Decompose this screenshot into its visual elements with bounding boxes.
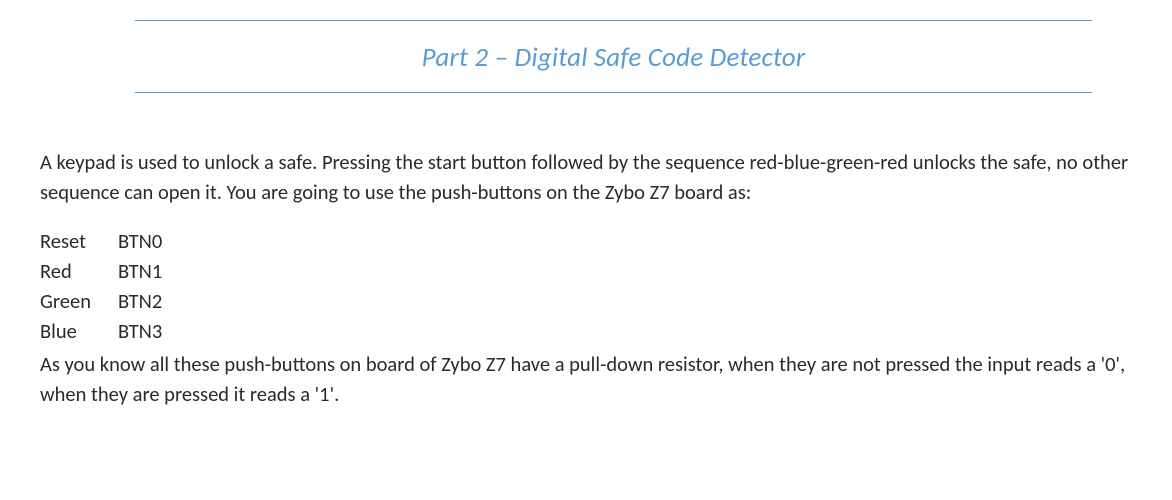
- followup-paragraph: As you know all these push-buttons on bo…: [40, 350, 1132, 409]
- mapping-label: Green: [40, 287, 108, 317]
- content-section: A keypad is used to unlock a safe. Press…: [40, 148, 1132, 410]
- mapping-value: BTN2: [108, 287, 162, 317]
- table-row: Green BTN2: [40, 287, 162, 317]
- table-row: Red BTN1: [40, 257, 162, 287]
- bottom-rule: [135, 92, 1092, 93]
- mapping-label: Reset: [40, 227, 108, 257]
- section-title: Part 2 – Digital Safe Code Detector: [135, 21, 1092, 92]
- mapping-value: BTN0: [108, 227, 162, 257]
- intro-paragraph: A keypad is used to unlock a safe. Press…: [40, 148, 1132, 207]
- mapping-value: BTN3: [108, 317, 162, 347]
- table-row: Reset BTN0: [40, 227, 162, 257]
- mapping-label: Blue: [40, 317, 108, 347]
- mapping-label: Red: [40, 257, 108, 287]
- button-mapping-table: Reset BTN0 Red BTN1 Green BTN2 Blue BTN3: [40, 227, 162, 346]
- mapping-value: BTN1: [108, 257, 162, 287]
- table-row: Blue BTN3: [40, 317, 162, 347]
- header-section: Part 2 – Digital Safe Code Detector: [135, 20, 1092, 93]
